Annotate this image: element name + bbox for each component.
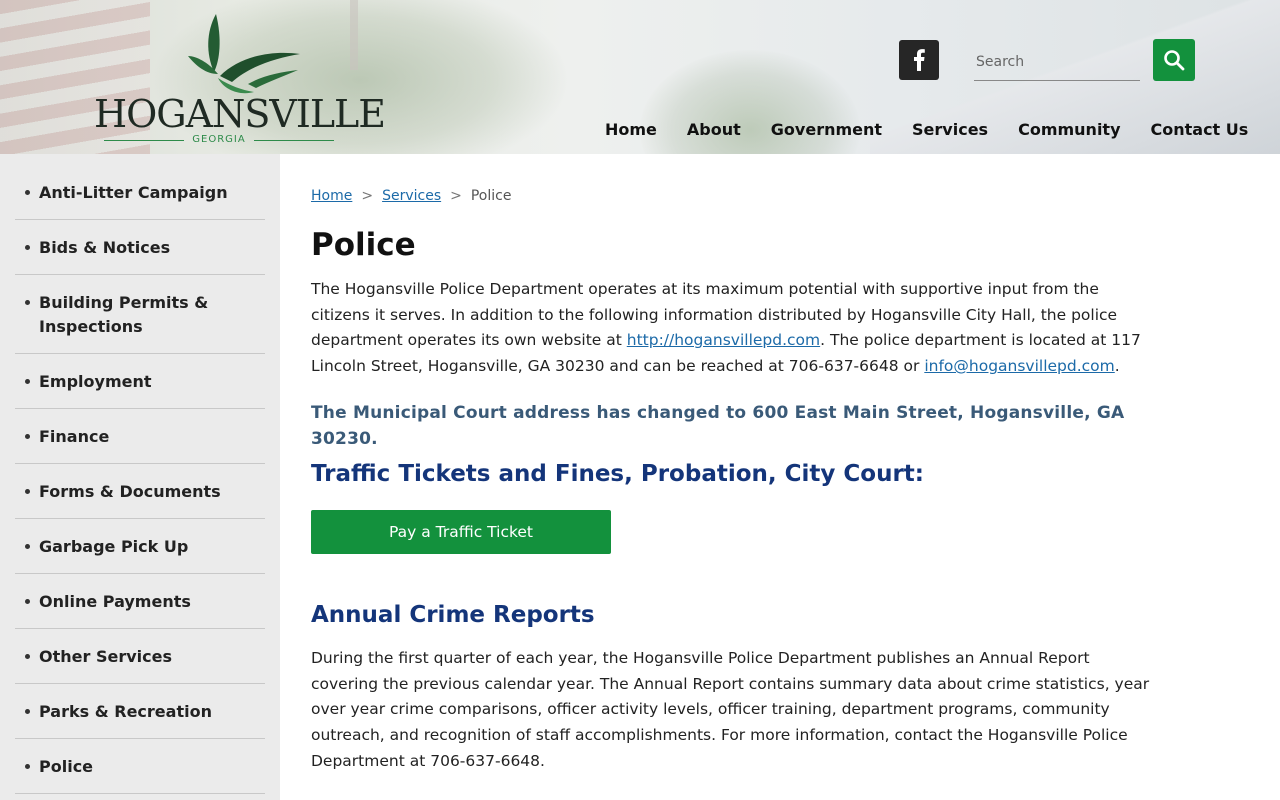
annual-crime-reports-text: During the first quarter of each year, t…: [311, 648, 1150, 770]
sidebar-item-label: Anti-Litter Campaign: [39, 183, 228, 202]
sidebar-item-other-services[interactable]: Other Services: [15, 629, 265, 684]
sidebar-item-bids-notices[interactable]: Bids & Notices: [15, 220, 265, 275]
sidebar-item-label: Parks & Recreation: [39, 702, 212, 721]
sidebar-item-label: Finance: [39, 427, 110, 446]
search-input[interactable]: [974, 44, 1140, 81]
bullet-icon: [25, 709, 30, 714]
breadcrumb-separator: >: [361, 188, 374, 204]
facebook-icon: [914, 49, 925, 71]
site-logo[interactable]: HOGANSVILLE GEORGIA: [94, 10, 386, 148]
site-header: HOGANSVILLE GEORGIA Home About Governmen…: [0, 0, 1280, 154]
sidebar-item-label: Forms & Documents: [39, 482, 221, 501]
court-address-notice: The Municipal Court address has changed …: [311, 402, 1125, 449]
search-icon: [1164, 50, 1185, 71]
bird-logo-icon: [188, 14, 300, 94]
sidebar-item-forms-documents[interactable]: Forms & Documents: [15, 464, 265, 519]
sidebar-item-garbage-pick-up[interactable]: Garbage Pick Up: [15, 519, 265, 574]
page-title: Police: [311, 227, 416, 263]
nav-services[interactable]: Services: [912, 120, 988, 142]
sidebar-item-label: Online Payments: [39, 592, 191, 611]
logo-state-line: GEORGIA: [94, 134, 344, 148]
main-nav: Home About Government Services Community…: [605, 120, 1248, 142]
facebook-button[interactable]: [899, 40, 939, 80]
breadcrumb-services[interactable]: Services: [382, 188, 441, 204]
logo-rule-right: [254, 140, 334, 141]
nav-about[interactable]: About: [687, 120, 741, 142]
search-button[interactable]: [1153, 39, 1195, 81]
bullet-icon: [25, 379, 30, 384]
intro-text-3: .: [1114, 357, 1120, 376]
breadcrumb-separator: >: [450, 188, 462, 204]
bullet-icon: [25, 300, 30, 305]
bullet-icon: [25, 190, 30, 195]
sidebar-item-employment[interactable]: Employment: [15, 354, 265, 409]
pay-traffic-ticket-button[interactable]: Pay a Traffic Ticket: [311, 509, 611, 554]
sidebar-item-finance[interactable]: Finance: [15, 409, 265, 464]
breadcrumb-current: Police: [470, 188, 512, 204]
intro-paragraph: The Hogansville Police Department operat…: [311, 277, 1156, 380]
nav-home[interactable]: Home: [605, 120, 657, 142]
bullet-icon: [25, 434, 30, 439]
sidebar-item-online-payments[interactable]: Online Payments: [15, 574, 265, 629]
police-email-link[interactable]: info@hogansvillepd.com: [924, 357, 1114, 375]
breadcrumb-home[interactable]: Home: [311, 188, 352, 204]
bullet-icon: [25, 599, 30, 604]
sidebar: Anti-Litter Campaign Bids & Notices Buil…: [0, 154, 280, 800]
police-website-link[interactable]: http://hogansvillepd.com: [627, 331, 820, 349]
bullet-icon: [25, 764, 30, 769]
bullet-icon: [25, 654, 30, 659]
nav-government[interactable]: Government: [771, 120, 882, 142]
nav-community[interactable]: Community: [1018, 120, 1120, 142]
sidebar-item-parks-recreation[interactable]: Parks & Recreation: [15, 684, 265, 739]
traffic-tickets-heading: Traffic Tickets and Fines, Probation, Ci…: [311, 460, 924, 487]
bullet-icon: [25, 544, 30, 549]
sidebar-item-building-permits[interactable]: Building Permits & Inspections: [15, 275, 265, 354]
sidebar-item-label: Building Permits & Inspections: [39, 293, 209, 336]
sidebar-item-label: Bids & Notices: [39, 238, 171, 257]
bullet-icon: [25, 245, 30, 250]
sidebar-item-label: Garbage Pick Up: [39, 537, 189, 556]
sidebar-item-label: Other Services: [39, 647, 172, 666]
sidebar-item-label: Employment: [39, 372, 152, 391]
sidebar-item-police[interactable]: Police: [15, 739, 265, 794]
annual-crime-reports-heading: Annual Crime Reports: [311, 601, 595, 628]
nav-contact-us[interactable]: Contact Us: [1151, 120, 1249, 142]
main-content: Home > Services > Police Police The Hoga…: [311, 154, 1156, 774]
sidebar-item-anti-litter-campaign[interactable]: Anti-Litter Campaign: [15, 154, 265, 220]
logo-wordmark: HOGANSVILLE: [94, 92, 386, 136]
breadcrumb: Home > Services > Police: [311, 186, 1156, 206]
sidebar-item-label: Police: [39, 757, 94, 776]
bullet-icon: [25, 489, 30, 494]
